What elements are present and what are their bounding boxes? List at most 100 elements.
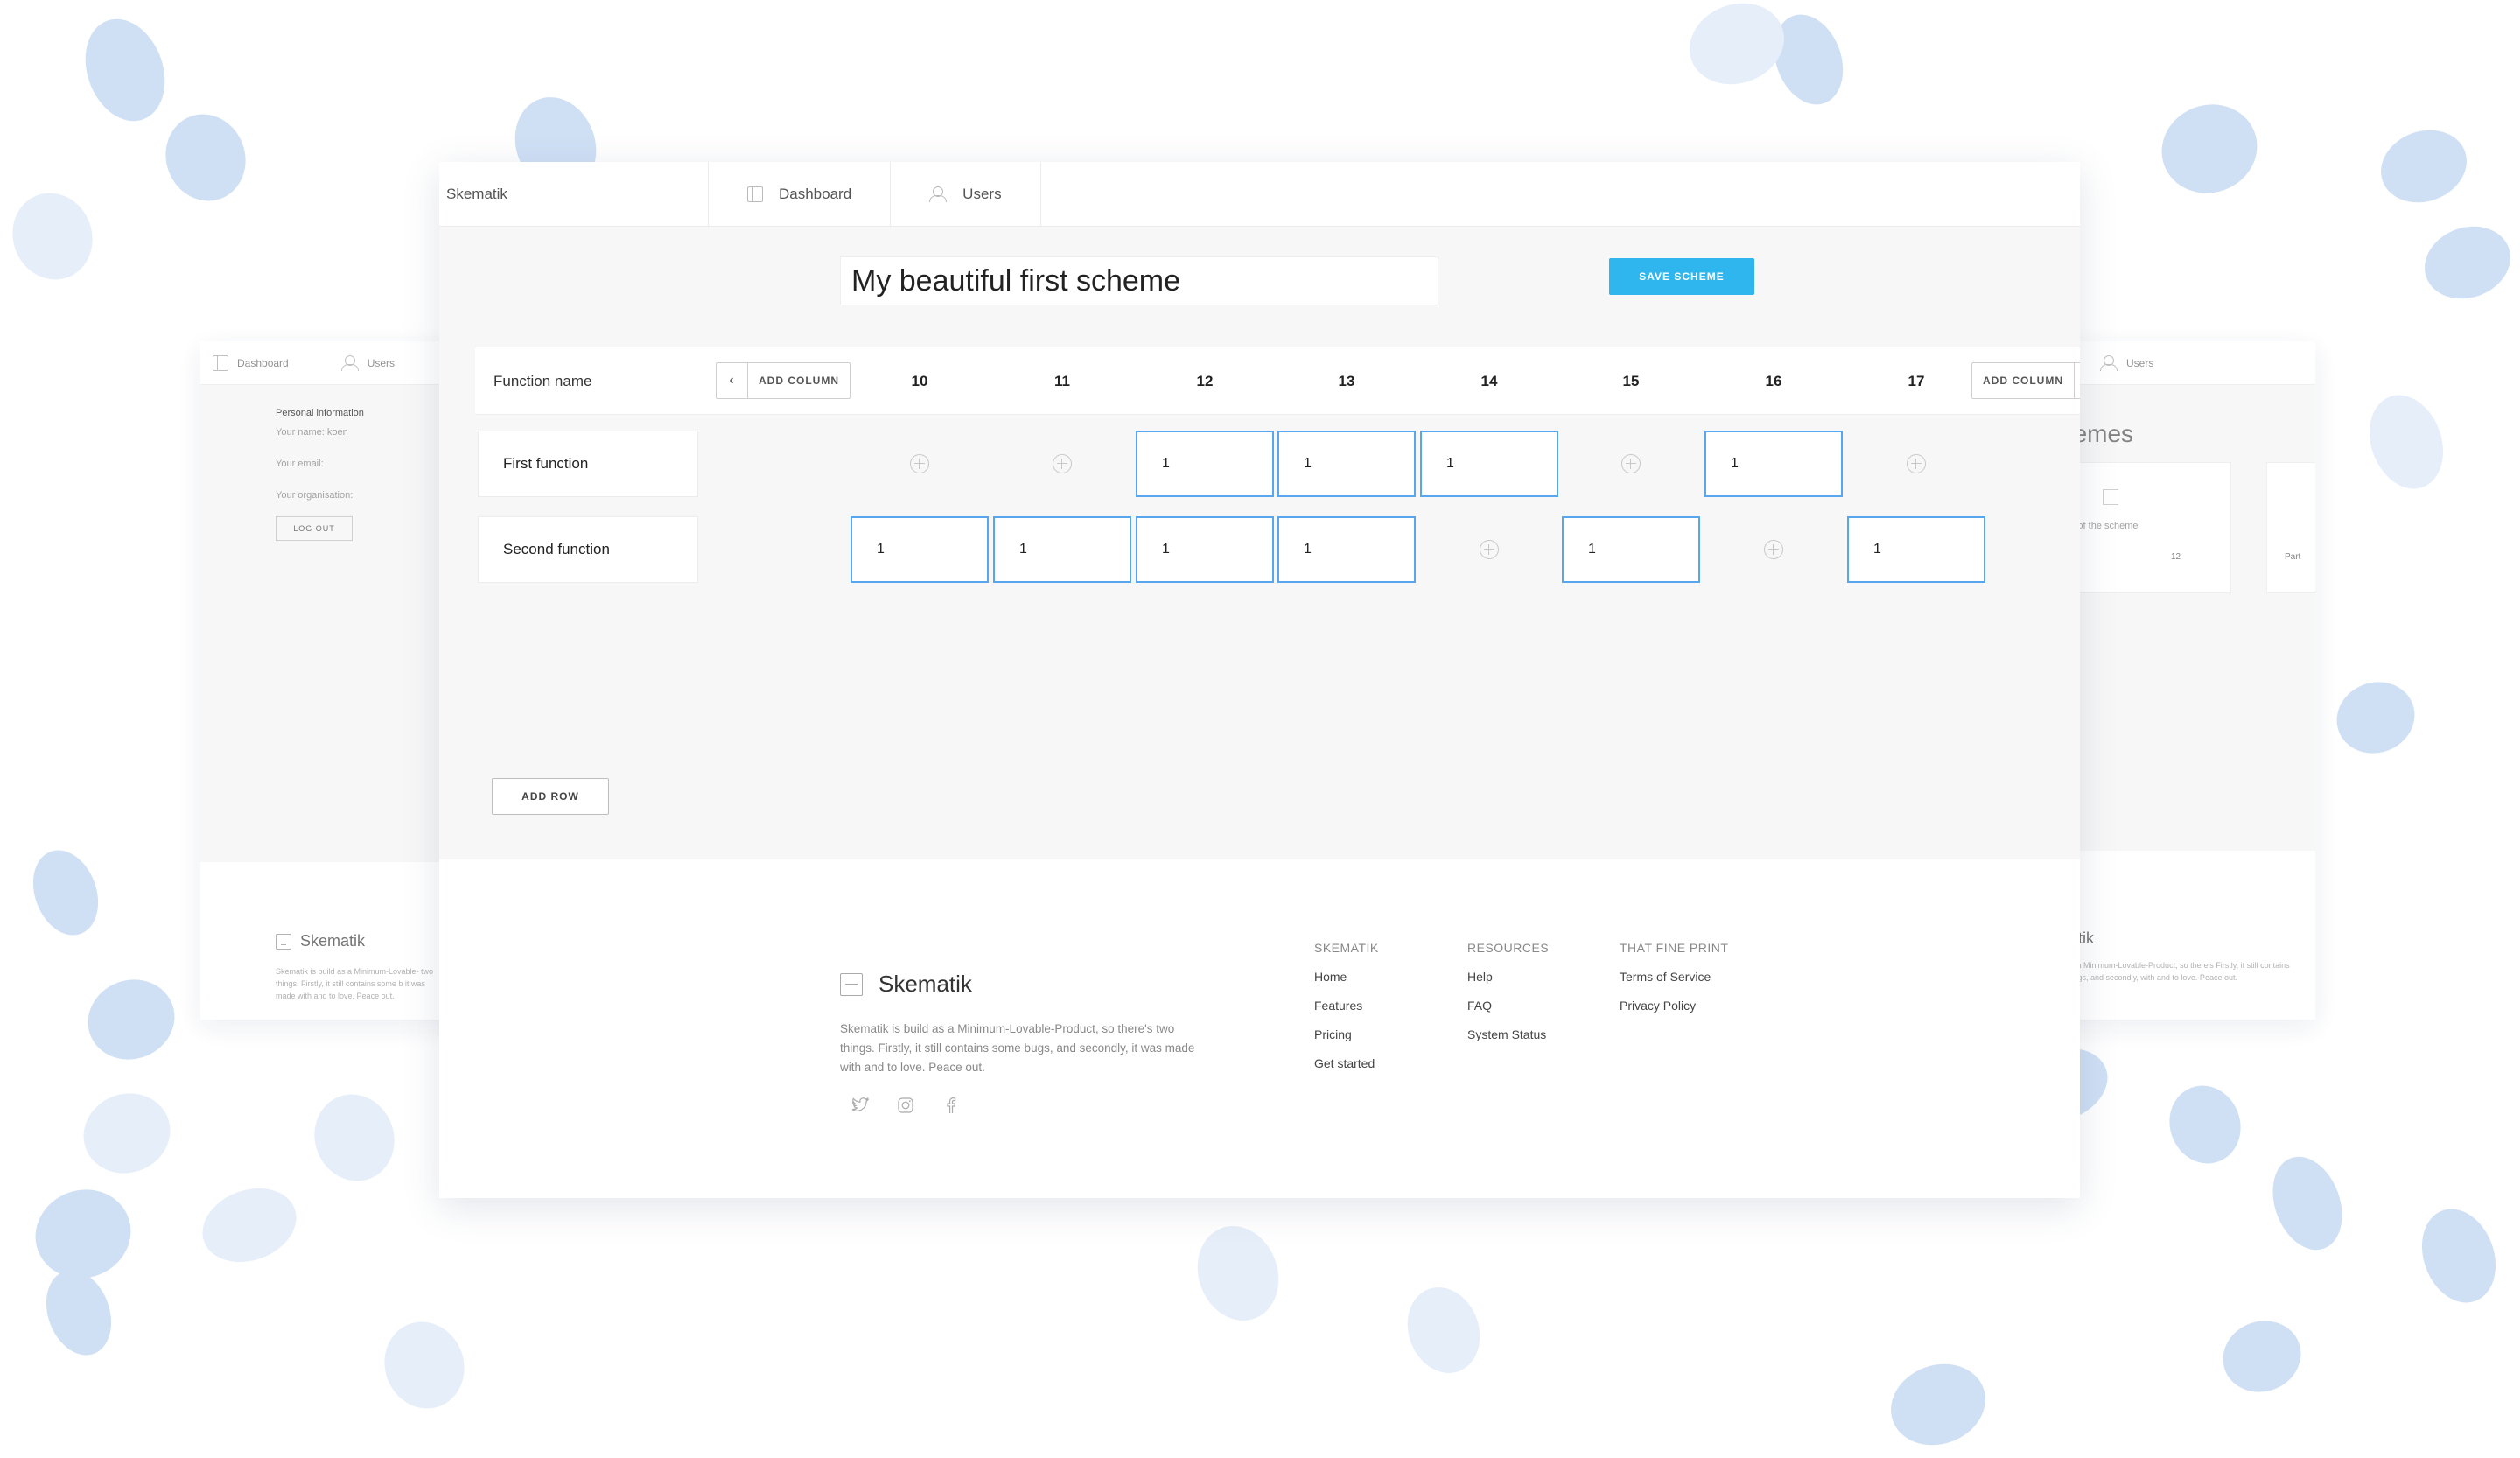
column-header: 14 [1480,373,1498,389]
add-column-right-label: ADD COLUMN [1983,375,2063,387]
background-window-schemes: Users chemes Title of the scheme ticipan… [2048,341,2315,1020]
background-blob [372,1310,477,1420]
add-cell-plus-icon[interactable] [1907,454,1926,473]
background-footer-brand-label: Skematik [300,932,366,950]
chevron-left-icon: ‹ [717,363,748,398]
logo-icon [840,972,863,996]
footer-link[interactable]: FAQ [1467,999,1549,1013]
nav-brand[interactable]: Skematik [439,162,709,226]
grid-cell[interactable]: 1 [1704,431,1843,497]
footer-link[interactable]: Home [1314,970,1379,984]
add-column-left-label: ADD COLUMN [759,375,839,387]
grid-cell[interactable]: 1 [1278,431,1416,497]
scheme-title-input[interactable]: My beautiful first scheme [840,256,1438,305]
column-header: 17 [1908,373,1925,389]
grid-cell[interactable]: 1 [1562,516,1700,583]
save-scheme-button[interactable]: SAVE SCHEME [1609,258,1754,295]
footer-link[interactable]: Pricing [1314,1027,1379,1041]
column-header: 11 [1054,373,1070,389]
function-name-cell[interactable]: Second function [478,516,698,583]
email-field: Your email: [276,459,324,469]
background-blob [2149,91,2270,207]
add-cell-plus-icon[interactable] [1480,540,1499,559]
social-links [850,1096,961,1115]
footer-link[interactable]: Terms of Service [1620,970,1728,984]
column-header: 10 [911,373,928,389]
column-header: 15 [1622,373,1640,389]
footer-brand: Skematik [840,971,972,998]
layout-icon [747,186,763,202]
background-blob [2327,671,2425,764]
background-footer-text: Skematik is build as a Minimum-Lovable- … [276,967,434,1000]
name-field: Your name: koen [276,427,348,438]
layout-icon [213,354,228,371]
add-row-button[interactable]: ADD ROW [492,778,609,815]
instagram-icon[interactable] [896,1096,915,1115]
grid-cell[interactable]: 1 [1136,516,1274,583]
nav-users-label: Users [2126,356,2154,369]
nav-dashboard-label: Dashboard [237,356,289,369]
add-cell-plus-icon[interactable] [1621,454,1641,473]
grid-cell[interactable]: 1 [1136,431,1274,497]
background-blob [76,967,186,1072]
footer-link[interactable]: Help [1467,970,1549,984]
grid-cell[interactable]: 1 [1420,431,1558,497]
background-blob [2260,1146,2355,1260]
top-nav: Skematik Dashboard Users [439,162,2080,227]
organisation-field: Your organisation: [276,490,354,501]
background-blob [1396,1277,1492,1384]
add-column-right-button[interactable]: ADD COLUMN [1971,362,2080,399]
background-footer: ematik build as a Minimum-Lovable-Produc… [2048,851,2315,1017]
footer-column-heading: RESOURCES [1467,941,1550,955]
background-blob [2409,1198,2509,1314]
twitter-icon[interactable] [850,1096,870,1115]
background-blob [72,1081,182,1186]
footer-column: THAT FINE PRINT Terms of Service Privacy P… [1620,941,1728,1027]
function-name-cell[interactable]: First function [478,431,698,497]
facebook-icon[interactable] [942,1096,961,1115]
footer-link[interactable]: System Status [1467,1027,1549,1041]
add-cell-plus-icon[interactable] [1764,540,1783,559]
grid-cell[interactable]: 1 [1847,516,1985,583]
nav-item-users[interactable]: Users [891,162,1041,226]
schemes-panel: chemes Title of the scheme ticipants 12 … [2048,385,2315,851]
footer-brand-label: Skematik [878,971,972,997]
scheme-editor: My beautiful first scheme SAVE SCHEME Fu… [439,227,2080,859]
background-footer-brand: Skematik [276,932,365,950]
background-blob [1677,0,1796,98]
footer: Skematik Skematik is build as a Minimum-… [439,859,2080,1198]
background-footer: Skematik Skematik is build as a Minimum-… [200,862,463,1020]
background-blob [153,102,258,213]
main-window: Skematik Dashboard Users My beautiful fi… [439,162,2080,1198]
background-nav: Users [2048,341,2315,385]
grid-cell[interactable]: 1 [850,516,989,583]
background-blob [2213,1310,2311,1403]
column-header: 12 [1196,373,1214,389]
add-column-left-button[interactable]: ‹ ADD COLUMN [716,362,850,399]
background-window-settings: Dashboard Users Personal information You… [200,341,463,1020]
add-cell-plus-icon[interactable] [1053,454,1072,473]
scheme-card-meta-label: Part [2285,552,2301,562]
nav-users-label: Users [367,356,396,369]
logout-button[interactable]: LOG OUT [276,516,353,541]
footer-link[interactable]: Features [1314,999,1379,1013]
settings-panel: Personal information Your name: koen You… [200,385,463,862]
background-blob [0,181,105,291]
footer-link[interactable]: Get started [1314,1056,1379,1070]
add-cell-plus-icon[interactable] [910,454,929,473]
background-blob [302,1083,407,1193]
background-footer-text: build as a Minimum-Lovable-Product, so t… [2048,961,2290,982]
grid-cell[interactable]: 1 [1278,516,1416,583]
column-header: 13 [1338,373,1355,389]
users-icon [2100,354,2118,371]
nav-item-dashboard[interactable]: Dashboard [709,162,892,226]
scheme-card[interactable]: Part [2266,462,2315,593]
background-blob [2370,118,2477,214]
background-blob [1879,1350,1998,1458]
grid-cell[interactable]: 1 [993,516,1131,583]
background-blob [22,841,109,944]
footer-link[interactable]: Privacy Policy [1620,999,1728,1013]
background-blob [72,7,178,133]
footer-column: RESOURCES Help FAQ System Status [1467,941,1549,1056]
background-blob [2356,384,2456,500]
